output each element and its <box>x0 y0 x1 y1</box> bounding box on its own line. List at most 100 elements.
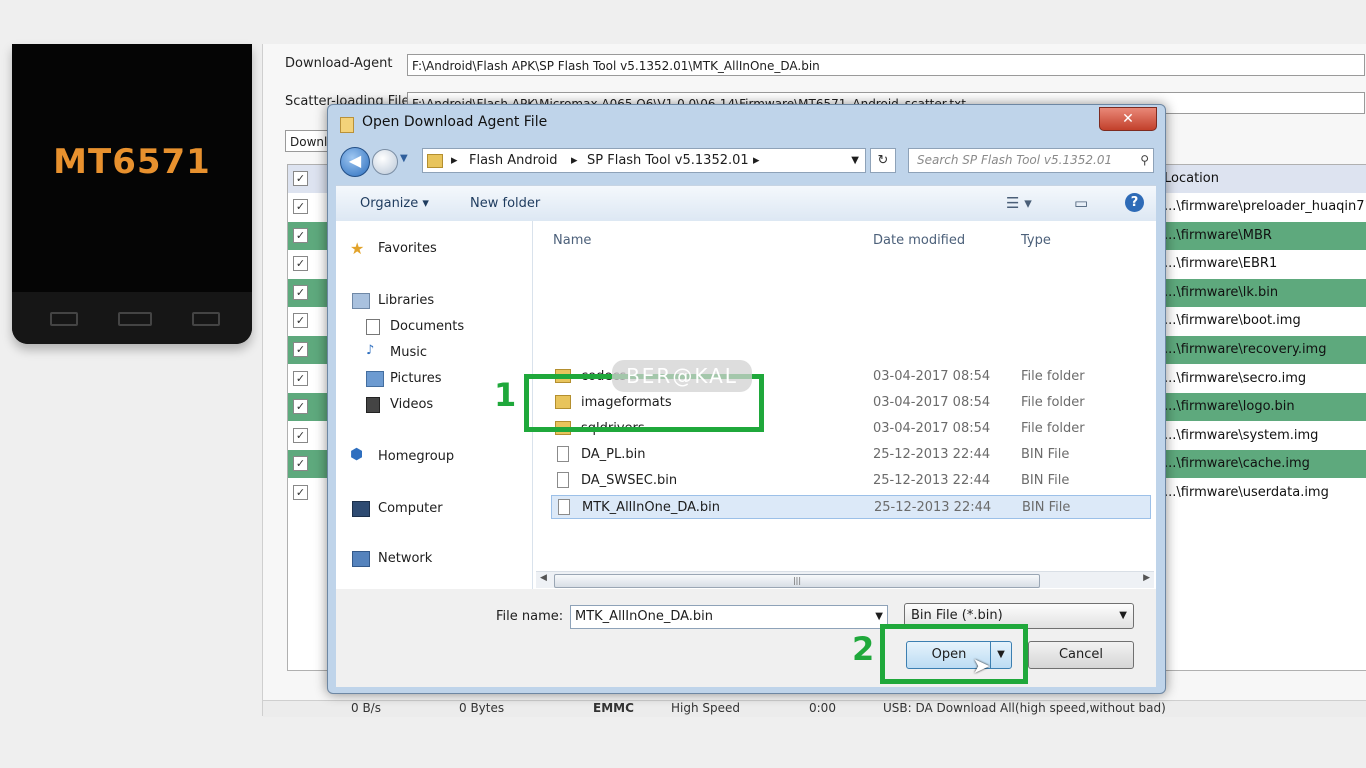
file-date: 03-04-2017 08:54 <box>873 369 991 384</box>
horizontal-scrollbar[interactable]: ◀ ||| ▶ <box>536 571 1154 588</box>
scroll-thumb[interactable]: ||| <box>554 574 1040 588</box>
status-mode: High Speed <box>671 701 741 715</box>
music-icon: ♪ <box>366 343 375 358</box>
breadcrumb-separator-icon[interactable]: ▸ <box>753 149 760 172</box>
watermark: BER@KAL <box>612 360 752 392</box>
row-checkbox[interactable]: ✓ <box>293 256 308 272</box>
file-list-item[interactable]: DA_SWSEC.bin 25-12-2013 22:44 BIN File <box>551 469 1151 493</box>
file-list-item[interactable]: MTK_AllInOne_DA.bin 25-12-2013 22:44 BIN F… <box>551 495 1151 519</box>
breadcrumb-flash-android[interactable]: Flash Android <box>469 149 557 172</box>
address-dropdown-icon[interactable]: ▼ <box>851 149 859 172</box>
star-icon: ★ <box>350 239 365 258</box>
file-icon <box>557 472 569 488</box>
phone-graphic: MT6571 <box>12 44 252 344</box>
dialog-folder-icon <box>340 117 354 133</box>
step-1-label: 1 <box>494 376 517 414</box>
row-checkbox[interactable]: ✓ <box>293 227 308 243</box>
select-all-checkbox[interactable]: ✓ <box>293 171 308 186</box>
filename-input[interactable]: MTK_AllInOne_DA.bin ▼ <box>570 605 888 629</box>
nav-computer[interactable]: Computer <box>378 501 443 516</box>
row-location: ...\firmware\secro.img <box>1164 370 1307 386</box>
breadcrumb-separator-icon[interactable]: ▸ <box>451 149 458 172</box>
row-location: ...\firmware\recovery.img <box>1164 342 1327 357</box>
row-location: ...\firmware\cache.img <box>1164 456 1310 472</box>
scroll-right-icon[interactable]: ▶ <box>1143 573 1150 583</box>
history-dropdown-icon[interactable]: ▼ <box>400 153 408 164</box>
status-speed: 0 B/s <box>351 701 381 715</box>
help-icon[interactable]: ? <box>1125 193 1144 212</box>
organize-button[interactable]: Organize ▾ <box>360 196 429 211</box>
file-date: 25-12-2013 22:44 <box>873 447 991 462</box>
nav-homegroup[interactable]: Homegroup <box>378 449 454 464</box>
filename-label: File name: <box>496 609 564 624</box>
row-location: ...\firmware\EBR1 <box>1164 256 1278 272</box>
row-checkbox[interactable]: ✓ <box>293 399 308 415</box>
file-date: 25-12-2013 22:44 <box>873 473 991 488</box>
libraries-icon <box>352 293 370 309</box>
step-2-label: 2 <box>852 630 875 668</box>
file-type: BIN File <box>1022 500 1071 515</box>
row-location: ...\firmware\preloader_huaqin71_cwet_ <box>1164 199 1366 214</box>
chevron-down-icon: ▼ <box>1119 610 1127 621</box>
file-name: DA_PL.bin <box>581 447 646 462</box>
scroll-left-icon[interactable]: ◀ <box>540 573 547 583</box>
file-date: 03-04-2017 08:54 <box>873 395 991 410</box>
row-location: ...\firmware\MBR <box>1164 227 1272 243</box>
breadcrumb-sp-flash-tool[interactable]: SP Flash Tool v5.1352.01 <box>587 149 749 172</box>
new-folder-button[interactable]: New folder <box>470 196 540 211</box>
column-date-modified[interactable]: Date modified <box>873 233 965 248</box>
file-date: 25-12-2013 22:44 <box>874 500 992 515</box>
column-type[interactable]: Type <box>1021 233 1051 248</box>
phone-model-label: MT6571 <box>53 142 211 182</box>
row-checkbox[interactable]: ✓ <box>293 313 308 329</box>
nav-videos[interactable]: Videos <box>390 397 433 412</box>
refresh-icon[interactable]: ↻ <box>870 148 896 173</box>
row-checkbox[interactable]: ✓ <box>293 456 308 472</box>
dialog-title: Open Download Agent File <box>362 114 548 130</box>
step-2-highlight <box>880 624 1028 684</box>
status-bar: 0 B/s 0 Bytes EMMC High Speed 0:00 USB: … <box>263 700 1366 717</box>
documents-icon <box>366 319 380 335</box>
homegroup-icon: ⬢ <box>350 445 364 463</box>
download-agent-field[interactable]: F:\Android\Flash APK\SP Flash Tool v5.13… <box>407 54 1365 76</box>
download-agent-label: Download-Agent <box>285 56 393 71</box>
cancel-button[interactable]: Cancel <box>1028 641 1134 669</box>
column-name[interactable]: Name <box>553 233 591 248</box>
videos-icon <box>366 397 380 413</box>
phone-nav-bar <box>12 292 252 344</box>
row-location: ...\firmware\userdata.img <box>1164 485 1329 500</box>
nav-music[interactable]: Music <box>390 345 427 360</box>
home-key-icon <box>118 312 152 326</box>
nav-pictures[interactable]: Pictures <box>390 371 441 386</box>
close-button[interactable]: ✕ <box>1099 107 1157 131</box>
row-checkbox[interactable]: ✓ <box>293 427 308 443</box>
file-list-item[interactable]: DA_PL.bin 25-12-2013 22:44 BIN File <box>551 443 1151 467</box>
row-checkbox[interactable]: ✓ <box>293 370 308 386</box>
file-name: DA_SWSEC.bin <box>581 473 678 488</box>
nav-network[interactable]: Network <box>378 551 432 566</box>
breadcrumb-separator-icon[interactable]: ▸ <box>571 149 578 172</box>
address-bar[interactable]: ▸ Flash Android ▸ SP Flash Tool v5.1352.… <box>422 148 866 173</box>
nav-documents[interactable]: Documents <box>390 319 464 334</box>
status-bytes: 0 Bytes <box>459 701 505 715</box>
preview-pane-icon[interactable]: ▭ <box>1074 194 1088 212</box>
row-location: ...\firmware\system.img <box>1164 427 1319 443</box>
row-location: ...\firmware\boot.img <box>1164 313 1301 329</box>
nav-libraries[interactable]: Libraries <box>378 293 434 308</box>
dialog-footer: File name: MTK_AllInOne_DA.bin ▼ Bin Fil… <box>336 589 1156 687</box>
location-header: Location <box>1164 171 1219 186</box>
view-options-icon[interactable]: ☰ ▾ <box>1006 194 1032 212</box>
file-name: MTK_AllInOne_DA.bin <box>582 500 721 515</box>
row-checkbox[interactable]: ✓ <box>293 485 308 500</box>
nav-favorites[interactable]: Favorites <box>378 241 437 256</box>
search-input[interactable]: Search SP Flash Tool v5.1352.01 ⚲ <box>908 148 1154 173</box>
command-bar: Organize ▾ New folder ☰ ▾ ▭ ? <box>336 185 1156 223</box>
forward-arrow-icon[interactable] <box>372 149 398 175</box>
network-icon <box>352 551 370 567</box>
back-arrow-icon[interactable]: ◀ <box>340 147 370 177</box>
row-checkbox[interactable]: ✓ <box>293 199 308 214</box>
file-type: File folder <box>1021 395 1085 410</box>
row-checkbox[interactable]: ✓ <box>293 342 308 357</box>
file-type: BIN File <box>1021 447 1070 462</box>
row-checkbox[interactable]: ✓ <box>293 284 308 300</box>
